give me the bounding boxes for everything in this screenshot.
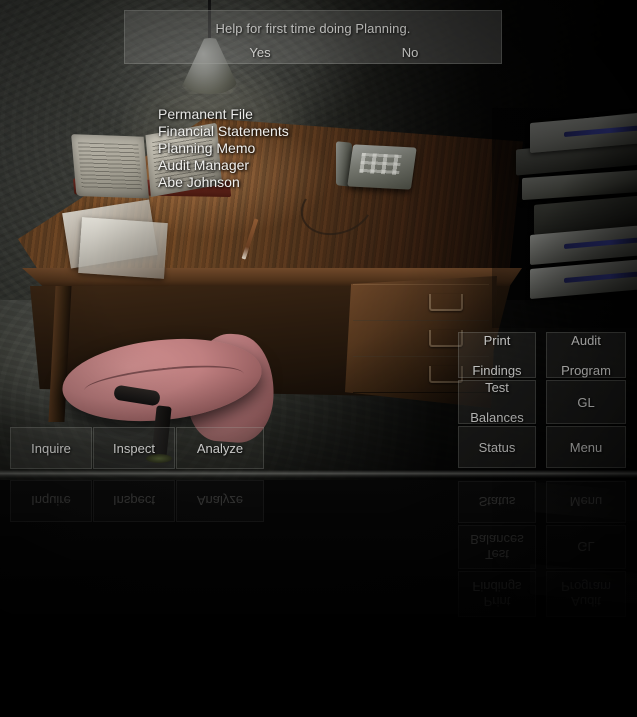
test-balances-line2: Balances [470, 409, 524, 425]
menu-button[interactable]: Menu [546, 426, 626, 468]
help-dialog-choices: Yes No [185, 45, 485, 60]
gl-button[interactable]: GL [546, 380, 626, 424]
inquire-button[interactable]: Inquire [10, 427, 92, 469]
paper-sheet [78, 217, 168, 279]
print-findings-button[interactable]: Print Findings [458, 332, 536, 378]
list-item-abe-johnson[interactable]: Abe Johnson [158, 174, 388, 191]
help-dialog: Help for first time doing Planning. Yes … [124, 10, 502, 64]
reflected-copier-drawer [530, 563, 637, 605]
help-dialog-no-button[interactable]: No [335, 45, 485, 60]
analyze-button[interactable]: Analyze [176, 427, 264, 469]
menu-label: Menu [569, 439, 603, 455]
status-label: Status [478, 439, 516, 455]
print-findings-line2: Findings [472, 362, 522, 378]
list-item-planning-memo[interactable]: Planning Memo [158, 140, 388, 157]
copier-paper-drawer[interactable] [530, 258, 637, 300]
audit-program-line2: Program [561, 362, 611, 378]
object-list: Permanent File Financial Statements Plan… [158, 106, 388, 191]
gl-label: GL [577, 394, 595, 410]
list-item-financial-statements[interactable]: Financial Statements [158, 123, 388, 140]
copier-output-tray [522, 169, 637, 201]
inspect-button[interactable]: Inspect [93, 427, 175, 469]
help-dialog-prompt: Help for first time doing Planning. [215, 21, 411, 36]
status-button[interactable]: Status [458, 426, 536, 468]
analyze-label: Analyze [196, 440, 244, 456]
game-scene: Inquire Inspect Analyze Status Menu Test… [0, 0, 637, 717]
copier-accent-stripe [564, 271, 637, 284]
help-dialog-yes-button[interactable]: Yes [185, 45, 335, 60]
inspect-label: Inspect [113, 440, 155, 456]
copier-accent-stripe [564, 125, 637, 138]
book-text-lines [77, 142, 143, 191]
test-balances-line1: Test [485, 379, 509, 395]
copier-machine[interactable] [492, 108, 637, 328]
test-balances-button[interactable]: Test Balances [458, 379, 536, 425]
reflection-geometry [0, 474, 637, 717]
copier-accent-stripe [564, 579, 637, 592]
print-findings-line1: Print [483, 332, 511, 348]
audit-program-line1: Audit [571, 332, 601, 348]
floor-reflection [0, 474, 637, 717]
list-item-audit-manager[interactable]: Audit Manager [158, 157, 388, 174]
list-item-permanent-file[interactable]: Permanent File [158, 106, 388, 123]
inquire-label: Inquire [31, 440, 71, 456]
reflected-copier-body [534, 482, 637, 522]
book-page-left [71, 134, 150, 199]
audit-program-button[interactable]: Audit Program [546, 332, 626, 378]
copier-accent-stripe [564, 237, 637, 250]
reflected-copier [492, 474, 637, 609]
paper-stack[interactable] [62, 199, 176, 279]
